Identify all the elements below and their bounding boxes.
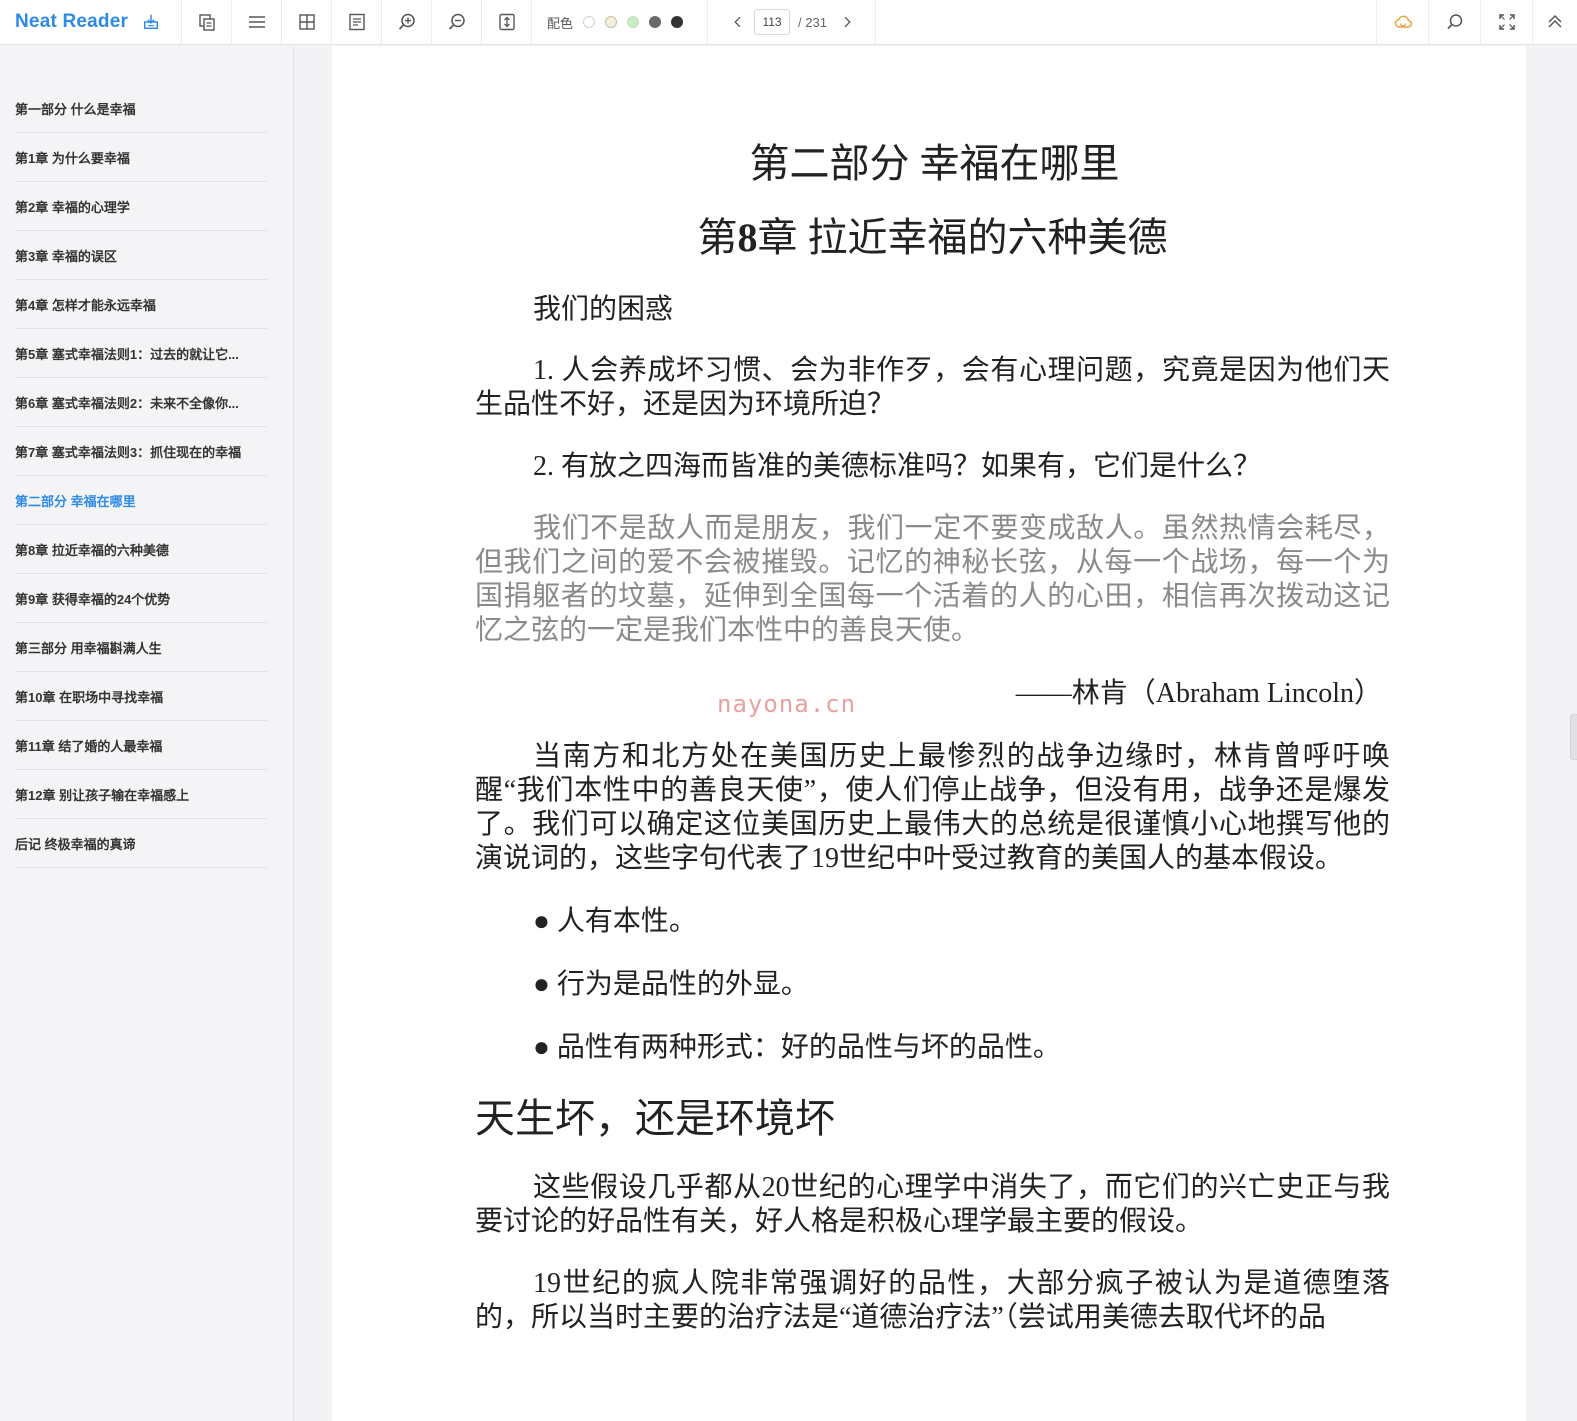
toc-item[interactable]: 第6章 塞式幸福法则2：未来不全像你...	[15, 378, 267, 427]
search-icon[interactable]	[1428, 0, 1480, 44]
color-scheme-label: 配色	[547, 15, 574, 31]
part-title: 第二部分 幸福在哪里	[749, 141, 1120, 186]
next-page-icon[interactable]	[837, 12, 857, 32]
toc-item[interactable]: 后记 终极幸福的真谛	[15, 819, 267, 868]
color-scheme-group: 配色	[532, 0, 709, 44]
toc-item[interactable]: 第3章 幸福的误区	[15, 231, 267, 280]
swatch-gray[interactable]	[649, 16, 662, 28]
quote-attribution: ——林肯（Abraham Lincoln）	[1015, 678, 1382, 709]
chapter-number: 8	[737, 215, 758, 260]
chapter-title: 第8章 拉近幸福的六种美德	[475, 212, 1390, 264]
toolbar-right	[1376, 0, 1577, 44]
toc-list-icon[interactable]	[232, 0, 282, 44]
toc-item[interactable]: 第一部分 什么是幸福	[15, 84, 267, 133]
section-title: 天生坏，还是环境坏	[475, 1096, 835, 1141]
app-name: Neat Reader	[15, 11, 129, 32]
swatch-green[interactable]	[627, 16, 640, 28]
toc-item[interactable]: 第9章 获得幸福的24个优势	[15, 574, 267, 623]
paragraph-3: 19世纪的疯人院非常强调好的品性，大部分疯子被认为是道德堕落的，所以当时主要的治…	[475, 1268, 1390, 1333]
bookshelf-icon[interactable]	[142, 13, 160, 31]
page-number-input[interactable]	[754, 9, 791, 35]
paragraph-1: 当南方和北方处在美国历史上最惨烈的战争边缘时，林肯曾呼吁唤醒“我们本性中的善良天…	[475, 741, 1390, 874]
notes-icon[interactable]	[332, 0, 382, 44]
chapter-suffix: 章 拉近幸福的六种美德	[757, 215, 1168, 260]
toc-item[interactable]: 第8章 拉近幸福的六种美德	[15, 525, 267, 574]
lincoln-quote: 我们不是敌人而是朋友，我们一定不要变成敌人。虽然热情会耗尽，但我们之间的爱不会被…	[475, 513, 1390, 646]
bullet-item: ● 行为是品性的外显。	[533, 969, 809, 1000]
page-total: / 231	[798, 14, 827, 30]
reading-area: 第二部分 幸福在哪里 第8章 拉近幸福的六种美德 我们的困惑 1. 人会养成坏习…	[295, 46, 1577, 1421]
toc-item[interactable]: 第7章 塞式幸福法则3：抓住现在的幸福	[15, 427, 267, 476]
zoom-out-icon[interactable]	[432, 0, 482, 44]
swatch-sepia[interactable]	[605, 16, 618, 28]
book-page: 第二部分 幸福在哪里 第8章 拉近幸福的六种美德 我们的困惑 1. 人会养成坏习…	[332, 46, 1526, 1421]
swatch-white[interactable]	[583, 16, 596, 28]
toc-item[interactable]: 第12章 别让孩子输在幸福感上	[15, 770, 267, 819]
question-1: 1. 人会养成坏习惯、会为非作歹，会有心理问题，究竟是因为他们天生品性不好，还是…	[475, 355, 1390, 420]
fit-height-icon[interactable]	[482, 0, 532, 44]
fullscreen-icon[interactable]	[1480, 0, 1532, 44]
toc-item[interactable]: 第10章 在职场中寻找幸福	[15, 672, 267, 721]
thumbnail-grid-icon[interactable]	[282, 0, 332, 44]
page-navigator: / 231	[708, 0, 876, 44]
cloud-sync-icon[interactable]	[1376, 0, 1428, 44]
page-content: 第二部分 幸福在哪里 第8章 拉近幸福的六种美德 我们的困惑 1. 人会养成坏习…	[475, 138, 1390, 1363]
scrollbar-thumb[interactable]	[1570, 714, 1577, 760]
bullet-item: ● 品性有两种形式：好的品性与坏的品性。	[533, 1032, 1061, 1063]
toc-item[interactable]: 第11章 结了婚的人最幸福	[15, 721, 267, 770]
watermark: nayona.cn	[717, 690, 857, 718]
toc-item[interactable]: 第1章 为什么要幸福	[15, 133, 267, 182]
bullet-item: ● 人有本性。	[533, 906, 697, 937]
toc-sidebar: 第一部分 什么是幸福 第1章 为什么要幸福 第2章 幸福的心理学 第3章 幸福的误区第…	[0, 46, 294, 1421]
copy-icon[interactable]	[182, 0, 232, 44]
collapse-toolbar-icon[interactable]	[1532, 0, 1577, 44]
toc-item[interactable]: 第2章 幸福的心理学	[15, 182, 267, 231]
toc-item[interactable]: 第5章 塞式幸福法则1：过去的就让它...	[15, 329, 267, 378]
subheading: 我们的困惑	[533, 294, 674, 325]
question-2: 2. 有放之四海而皆准的美德标准吗？如果有，它们是什么？	[533, 451, 1262, 482]
brand: Neat Reader	[0, 0, 182, 44]
zoom-in-icon[interactable]	[382, 0, 432, 44]
top-toolbar: Neat Reader 配色 / 231	[0, 0, 1577, 45]
prev-page-icon[interactable]	[728, 12, 748, 32]
chapter-prefix: 第	[697, 215, 738, 260]
toc-item[interactable]: 第4章 怎样才能永远幸福	[15, 280, 267, 329]
toc-item[interactable]: 第三部分 用幸福斟满人生	[15, 623, 267, 672]
toc-item[interactable]: 第二部分 幸福在哪里	[15, 476, 267, 525]
paragraph-2: 这些假设几乎都从20世纪的心理学中消失了，而它们的兴亡史正与我要讨论的好品性有关…	[475, 1172, 1390, 1237]
swatch-dark[interactable]	[671, 16, 684, 28]
